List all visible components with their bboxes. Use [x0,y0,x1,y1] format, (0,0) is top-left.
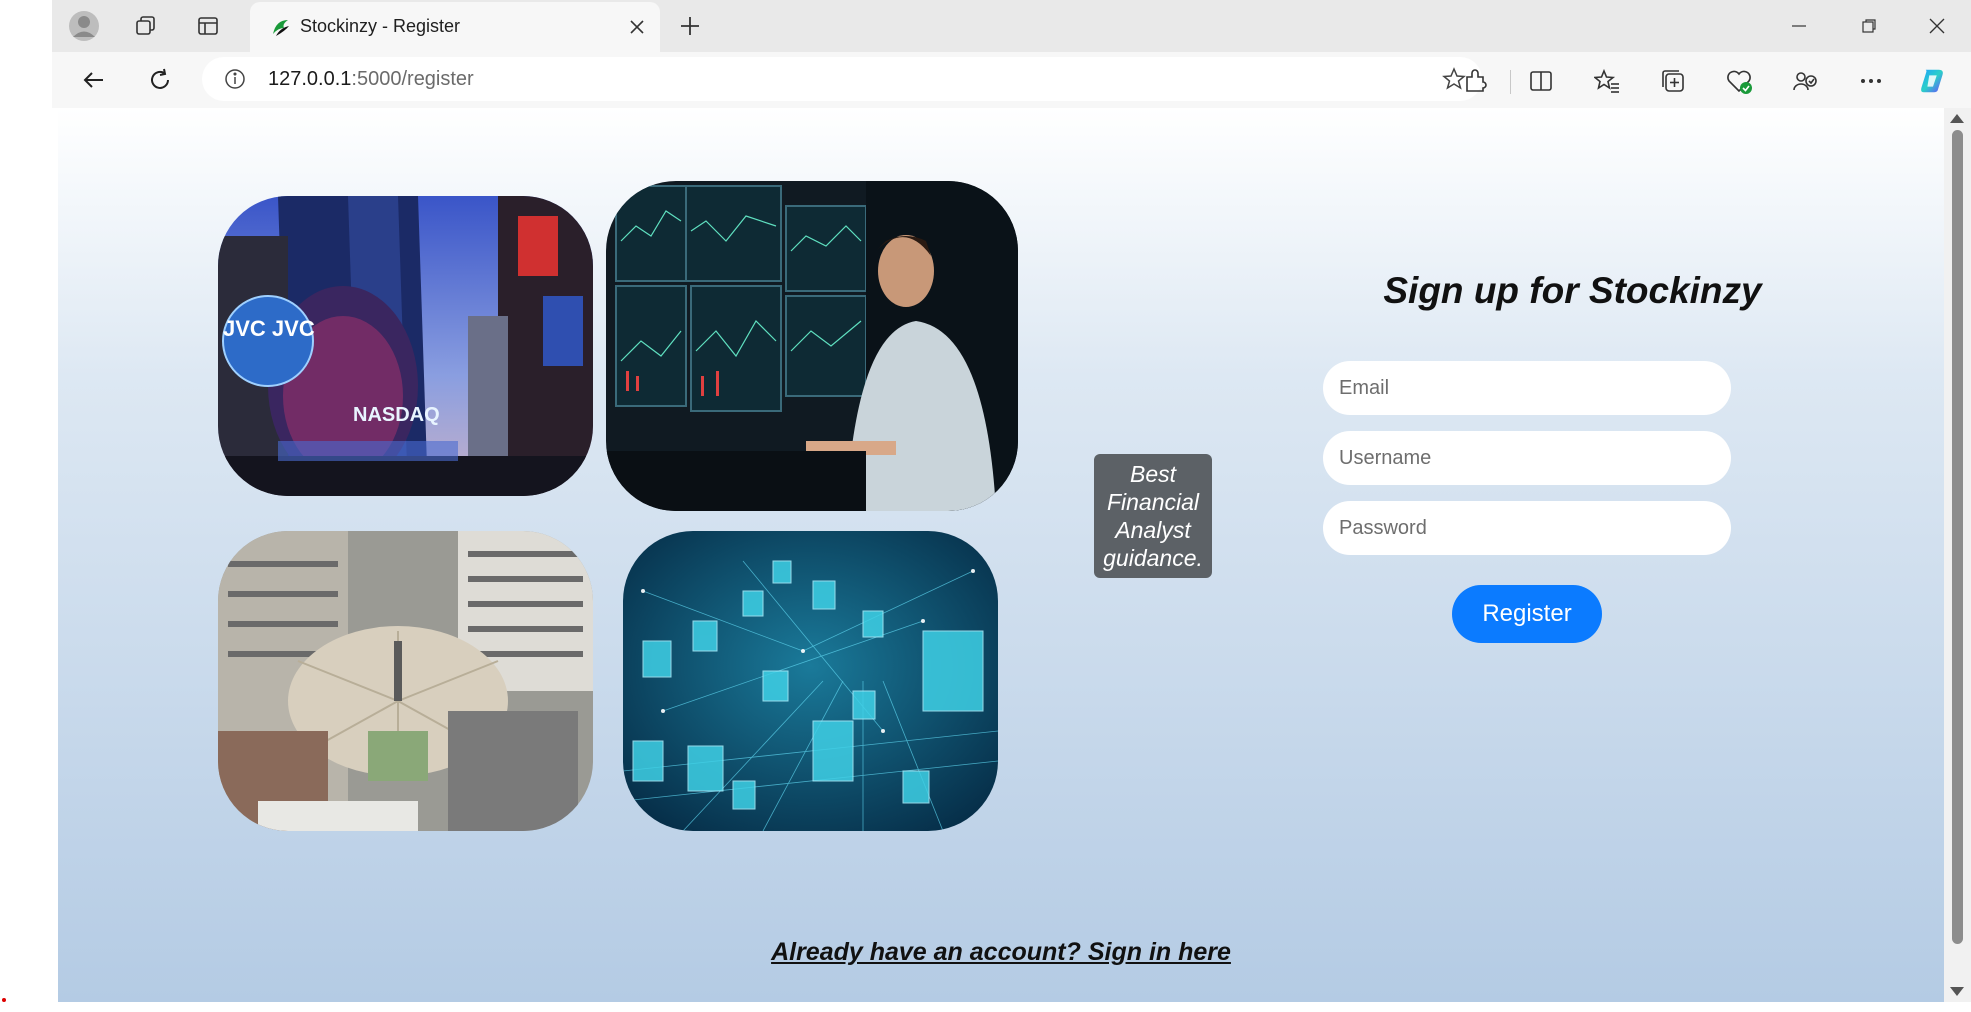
performance-icon[interactable] [1790,66,1820,96]
vertical-tabs-icon[interactable] [190,10,226,42]
url-host: 127.0.0.1 [268,68,352,90]
svg-text:JVC JVC: JVC JVC [223,316,315,341]
guidance-badge: Best Financial Analyst guidance. [1094,454,1212,578]
profile-icon[interactable] [66,10,102,42]
address-bar[interactable]: 127.0.0.1:5000/register [202,57,1482,101]
split-screen-icon[interactable] [1526,66,1556,96]
page-viewport: JVC JVC NASDAQ Best Financial Analyst gu… [58,108,1944,1002]
edge-marker [2,998,6,1002]
page-scrollbar[interactable] [1944,108,1971,1002]
tab-register[interactable]: Stockinzy - Register [250,2,660,52]
browser-chrome: Stockinzy - Register 127.0.0.1:5000/regi… [52,0,1971,108]
scroll-up-arrow-icon[interactable] [1950,114,1964,123]
reload-icon[interactable] [140,60,180,100]
scroll-thumb[interactable] [1952,130,1963,944]
workspaces-icon[interactable] [128,10,164,42]
svg-text:NASDAQ: NASDAQ [353,404,440,426]
browser-essentials-icon[interactable] [1724,66,1754,96]
scroll-down-arrow-icon[interactable] [1950,987,1964,996]
stockinzy-favicon-icon [270,16,292,38]
sign-in-link[interactable]: Already have an account? Sign in here [58,938,1944,967]
form-title: Sign up for Stockinzy [1383,270,1762,311]
more-options-icon[interactable] [1856,66,1886,96]
minimize-icon[interactable] [1776,8,1822,44]
email-field[interactable] [1323,361,1731,415]
close-tab-icon[interactable] [624,14,650,40]
tab-strip: Stockinzy - Register [52,0,1971,52]
new-tab-icon[interactable] [672,10,708,42]
url-path: :5000/register [351,68,474,90]
username-field[interactable] [1323,431,1731,485]
collections-icon[interactable] [1658,66,1688,96]
back-icon[interactable] [74,60,114,100]
toolbar-separator [1510,70,1511,94]
toolbar: 127.0.0.1:5000/register [52,52,1971,108]
copilot-icon[interactable] [1918,66,1948,96]
nasdaq-building-photo: JVC JVC NASDAQ [218,196,593,496]
site-info-icon[interactable] [224,68,246,90]
restore-icon[interactable] [1846,8,1892,44]
blockchain-cubes-photo [623,531,998,831]
trader-monitors-photo [606,181,1018,511]
tab-title: Stockinzy - Register [300,16,461,36]
extensions-icon[interactable] [1460,66,1490,96]
password-field[interactable] [1323,501,1731,555]
close-window-icon[interactable] [1914,8,1960,44]
register-button[interactable]: Register [1452,585,1602,643]
favorites-icon[interactable] [1592,66,1622,96]
url-text: 127.0.0.1:5000/register [268,68,474,91]
city-plaza-photo [218,531,593,831]
